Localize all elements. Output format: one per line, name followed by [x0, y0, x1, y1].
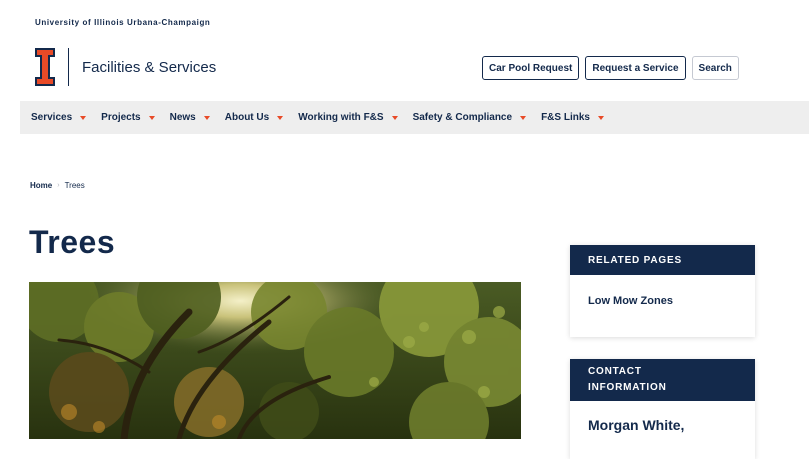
nav-item-projects[interactable]: Projects	[101, 112, 158, 123]
caret-down-icon[interactable]	[277, 115, 284, 120]
breadcrumb-separator-icon: ›	[57, 182, 60, 189]
related-link-low-mow-zones[interactable]: Low Mow Zones	[588, 295, 673, 307]
caret-down-icon[interactable]	[391, 115, 398, 120]
caret-down-icon[interactable]	[148, 115, 155, 120]
car-pool-request-button[interactable]: Car Pool Request	[482, 56, 580, 80]
nav-item-working-with-fs[interactable]: Working with F&S	[298, 112, 401, 123]
nav-item-services[interactable]: Services	[31, 112, 90, 123]
nav-label: Safety & Compliance	[412, 112, 513, 123]
nav-label: F&S Links	[541, 112, 590, 123]
trees-photo-illustration	[29, 282, 521, 439]
hero-image-trees	[29, 282, 521, 439]
caret-down-icon[interactable]	[520, 115, 527, 120]
related-pages-heading: RELATED PAGES	[570, 245, 755, 275]
block-i-logo-icon	[35, 48, 55, 86]
breadcrumb-current: Trees	[64, 181, 85, 190]
page-title: Trees	[29, 224, 116, 260]
site-brand[interactable]: Facilities & Services	[35, 48, 216, 86]
site-name[interactable]: Facilities & Services	[82, 59, 216, 76]
caret-down-icon[interactable]	[597, 115, 604, 120]
related-pages-card: RELATED PAGES Low Mow Zones	[570, 245, 755, 337]
university-wordmark[interactable]: University of Illinois Urbana-Champaign	[35, 18, 210, 27]
nav-item-safety-compliance[interactable]: Safety & Compliance	[413, 112, 530, 123]
nav-label: Services	[31, 112, 73, 123]
header-buttons: Car Pool Request Request a Service Searc…	[482, 56, 739, 80]
caret-down-icon[interactable]	[203, 115, 210, 120]
caret-down-icon[interactable]	[80, 115, 87, 120]
breadcrumb: Home › Trees	[30, 181, 85, 190]
nav-label: News	[169, 112, 196, 123]
nav-item-news[interactable]: News	[170, 112, 214, 123]
nav-label: About Us	[224, 112, 270, 123]
main-nav: Services Projects News About Us Working …	[20, 101, 809, 134]
nav-item-fs-links[interactable]: F&S Links	[541, 112, 608, 123]
search-button[interactable]: Search	[691, 56, 739, 80]
nav-label: Working with F&S	[298, 112, 384, 123]
nav-item-about-us[interactable]: About Us	[225, 112, 287, 123]
breadcrumb-home-link[interactable]: Home	[30, 181, 52, 190]
request-service-button[interactable]: Request a Service	[585, 56, 686, 80]
contact-information-card: CONTACT INFORMATION Morgan White,	[570, 359, 755, 459]
contact-heading-line2: INFORMATION	[588, 382, 667, 393]
contact-information-heading: CONTACT INFORMATION	[570, 359, 755, 401]
brand-divider	[68, 48, 69, 86]
contact-name: Morgan White,	[588, 417, 685, 433]
contact-heading-line1: CONTACT	[588, 366, 642, 377]
nav-label: Projects	[101, 112, 141, 123]
